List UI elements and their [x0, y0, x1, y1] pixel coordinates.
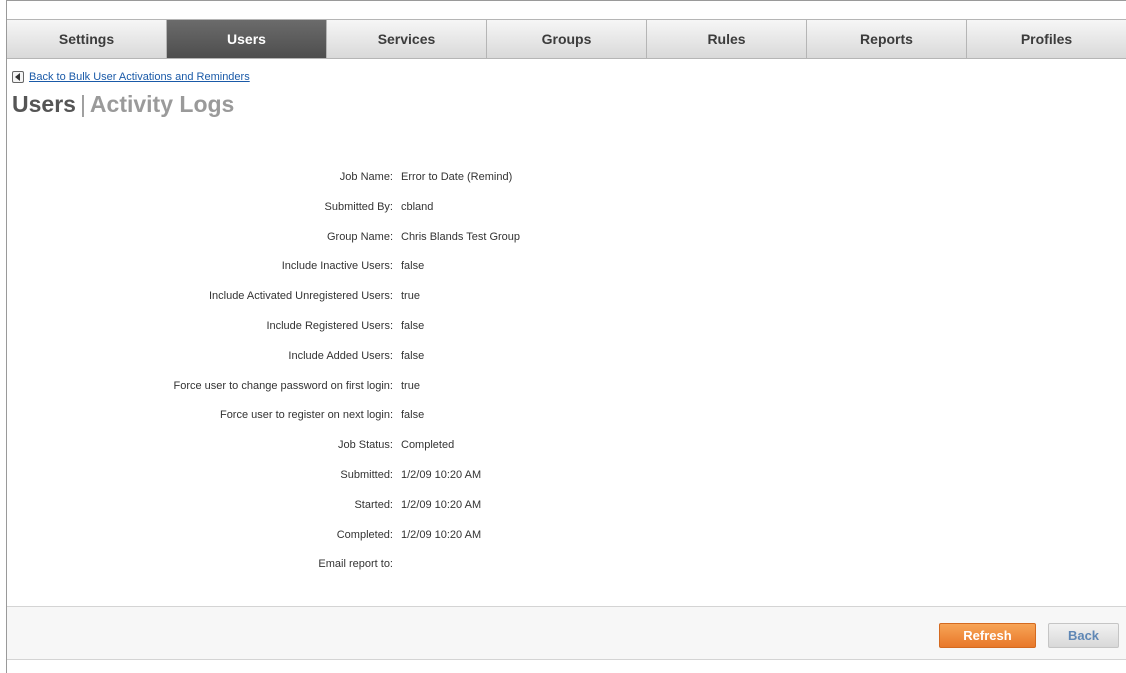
detail-row-job-status: Job Status: Completed — [7, 439, 907, 469]
main-tab-bar: Settings Users Services Groups Rules Rep… — [7, 19, 1126, 59]
back-link-container: Back to Bulk User Activations and Remind… — [12, 71, 250, 83]
detail-row-email-report: Email report to: — [7, 558, 907, 588]
detail-label: Include Activated Unregistered Users: — [208, 290, 393, 303]
detail-label: Include Registered Users: — [266, 319, 393, 332]
refresh-button[interactable]: Refresh — [939, 623, 1036, 648]
detail-value: true — [401, 379, 420, 392]
detail-value: false — [401, 409, 425, 422]
detail-value: false — [401, 349, 425, 362]
detail-label: Force user to register on next login: — [219, 409, 393, 422]
detail-label: Job Status: — [337, 439, 393, 452]
detail-row-force-change-password: Force user to change password on first l… — [7, 380, 907, 410]
tab-services[interactable]: Services — [327, 20, 487, 58]
detail-row-group-name: Group Name: Chris Blands Test Group — [7, 231, 907, 261]
detail-label: Include Inactive Users: — [281, 260, 393, 273]
detail-label: Force user to change password on first l… — [173, 379, 393, 392]
detail-value: true — [401, 290, 420, 303]
back-to-bulk-activations-link[interactable]: Back to Bulk User Activations and Remind… — [29, 71, 250, 83]
detail-value: false — [401, 260, 425, 273]
tab-settings[interactable]: Settings — [7, 20, 167, 58]
detail-value: Error to Date (Remind) — [401, 171, 513, 183]
tab-rules[interactable]: Rules — [647, 20, 807, 58]
tab-users[interactable]: Users — [167, 20, 327, 58]
page-title: Users | Activity Logs — [12, 91, 234, 118]
detail-value: Completed — [401, 439, 455, 452]
detail-row-include-added: Include Added Users: false — [7, 350, 907, 380]
detail-row-include-registered: Include Registered Users: false — [7, 320, 907, 350]
detail-value: 1/2/09 10:20 AM — [401, 468, 482, 481]
tab-profiles[interactable]: Profiles — [967, 20, 1126, 58]
detail-row-force-register: Force user to register on next login: fa… — [7, 409, 907, 439]
detail-value: Chris Blands Test Group — [401, 230, 521, 243]
detail-row-completed: Completed: 1/2/09 10:20 AM — [7, 529, 907, 559]
detail-row-started: Started: 1/2/09 10:20 AM — [7, 499, 907, 529]
page-title-secondary: Activity Logs — [89, 91, 235, 117]
detail-label: Started: — [354, 498, 393, 511]
back-button[interactable]: Back — [1048, 623, 1119, 648]
tab-reports[interactable]: Reports — [807, 20, 967, 58]
detail-label: Email report to: — [318, 558, 393, 571]
detail-label: Job Name: — [339, 171, 393, 183]
detail-label: Submitted By: — [324, 200, 393, 213]
arrow-left-icon[interactable] — [12, 71, 24, 83]
page-title-primary: Users — [12, 91, 76, 117]
detail-label: Submitted: — [340, 468, 393, 481]
job-details: Job Name: Error to Date (Remind) Submitt… — [7, 171, 907, 588]
tab-groups[interactable]: Groups — [487, 20, 647, 58]
detail-label: Group Name: — [326, 230, 393, 243]
detail-label: Include Added Users: — [288, 349, 393, 362]
page-title-separator: | — [79, 91, 86, 117]
detail-row-submitted: Submitted: 1/2/09 10:20 AM — [7, 469, 907, 499]
detail-row-include-activated-unregistered: Include Activated Unregistered Users: tr… — [7, 290, 907, 320]
detail-row-job-name: Job Name: Error to Date (Remind) — [7, 171, 907, 201]
detail-value: 1/2/09 10:20 AM — [401, 528, 482, 541]
detail-row-include-inactive: Include Inactive Users: false — [7, 260, 907, 290]
detail-row-submitted-by: Submitted By: cbland — [7, 201, 907, 231]
detail-value: 1/2/09 10:20 AM — [401, 498, 482, 511]
detail-value: cbland — [401, 200, 434, 213]
app-frame: Settings Users Services Groups Rules Rep… — [6, 0, 1126, 673]
action-footer: Refresh Back — [7, 606, 1126, 660]
detail-label: Completed: — [336, 528, 393, 541]
detail-value: false — [401, 319, 425, 332]
